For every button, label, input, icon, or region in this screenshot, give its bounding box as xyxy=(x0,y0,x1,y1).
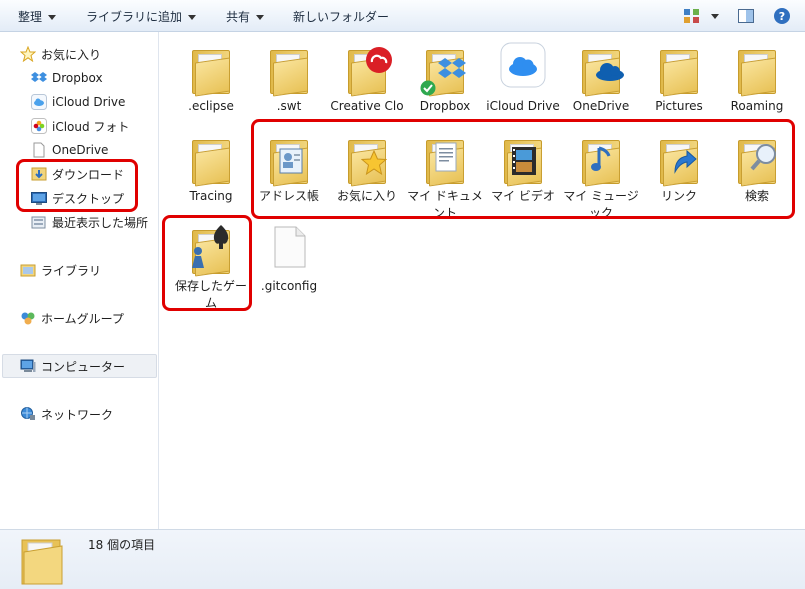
item-label: Roaming xyxy=(730,99,784,113)
sidebar-item-label: ネットワーク xyxy=(41,407,114,422)
help-icon[interactable]: ? xyxy=(773,7,791,25)
homegroup-icon xyxy=(21,312,35,325)
sidebar-item-icloud-photos[interactable]: iCloud フォト xyxy=(31,116,129,136)
sidebar-item-label: ホームグループ xyxy=(41,311,124,326)
highlight-box xyxy=(251,119,795,219)
item-label: Dropbox xyxy=(419,99,471,113)
chevron-down-icon xyxy=(711,14,719,19)
list-item[interactable]: Creative Cloud Files xyxy=(328,42,406,115)
new-folder-label: 新しいフォルダー xyxy=(293,10,390,24)
folder-icon xyxy=(183,132,239,187)
chevron-down-icon xyxy=(48,15,57,20)
folder-icon xyxy=(21,539,63,585)
item-label: OneDrive xyxy=(572,99,630,113)
status-bar: 18 個の項目 xyxy=(0,529,805,589)
view-options-icon[interactable] xyxy=(683,7,701,25)
list-item[interactable]: Roaming xyxy=(718,42,796,115)
list-item[interactable]: iCloud Drive xyxy=(484,42,562,115)
svg-text:?: ? xyxy=(779,10,785,23)
chevron-down-icon xyxy=(188,15,197,20)
star-icon xyxy=(20,46,36,62)
folder-icon xyxy=(183,42,239,97)
library-icon xyxy=(20,264,36,277)
list-item[interactable]: Dropbox xyxy=(406,42,484,115)
folder-icon xyxy=(651,42,707,97)
sidebar-item-onedrive[interactable]: OneDrive xyxy=(31,140,108,160)
recent-places-icon xyxy=(31,216,46,229)
sidebar-item-label: iCloud Drive xyxy=(52,95,126,109)
sidebar-item-homegroup[interactable]: ホームグループ xyxy=(20,308,124,328)
new-folder-button[interactable]: 新しいフォルダー xyxy=(293,8,389,25)
list-item[interactable]: .gitconfig xyxy=(250,222,328,295)
item-label: iCloud Drive xyxy=(486,99,560,113)
highlight-box xyxy=(16,159,138,212)
sidebar-item-label: Dropbox xyxy=(52,71,103,85)
item-label: .swt xyxy=(276,99,302,113)
sidebar-item-recent[interactable]: 最近表示した場所 xyxy=(31,212,148,232)
network-icon xyxy=(21,407,35,420)
sidebar-item-network[interactable]: ネットワーク xyxy=(20,404,113,424)
sidebar-item-favorites[interactable]: お気に入り xyxy=(20,44,101,64)
view-dropdown-button[interactable] xyxy=(705,9,719,26)
folder-icon xyxy=(261,42,317,97)
list-item[interactable]: .eclipse xyxy=(172,42,250,115)
sidebar-item-libraries[interactable]: ライブラリ xyxy=(20,260,101,280)
item-label: Pictures xyxy=(655,99,703,113)
toolbar: 整理 ライブラリに追加 共有 新しいフォルダー ? xyxy=(0,0,805,32)
sidebar-item-label: コンピューター xyxy=(41,359,126,374)
item-label: Creative Cloud Files xyxy=(330,99,404,113)
sidebar-item-label: OneDrive xyxy=(52,143,109,157)
sidebar-item-label: iCloud フォト xyxy=(52,119,130,134)
folder-icon xyxy=(729,42,785,97)
share-label: 共有 xyxy=(226,10,251,24)
sidebar-item-computer[interactable]: コンピューター xyxy=(2,354,157,378)
icloud-drive-icon xyxy=(495,42,551,96)
onedrive-folder-icon xyxy=(573,42,629,97)
add-to-library-label: ライブラリに追加 xyxy=(86,10,183,24)
chevron-down-icon xyxy=(256,15,265,20)
preview-pane-icon[interactable] xyxy=(737,7,755,25)
dropbox-icon xyxy=(31,72,47,82)
sync-check-icon xyxy=(420,80,436,96)
list-item[interactable]: Tracing xyxy=(172,132,250,205)
item-count: 18 個の項目 xyxy=(88,538,156,552)
file-icon xyxy=(261,222,317,276)
navigation-pane: お気に入り Dropbox iCloud Drive iCloud フォト On… xyxy=(0,32,159,529)
creative-cloud-folder-icon xyxy=(339,42,395,97)
item-label: .eclipse xyxy=(188,99,234,113)
dropbox-folder-icon xyxy=(417,42,473,97)
organize-label: 整理 xyxy=(18,10,43,24)
sidebar-item-icloud-drive[interactable]: iCloud Drive xyxy=(31,92,125,112)
sidebar-item-label: 最近表示した場所 xyxy=(52,215,149,230)
share-button[interactable]: 共有 xyxy=(226,8,265,25)
list-item[interactable]: .swt xyxy=(250,42,328,115)
computer-icon xyxy=(20,359,36,372)
add-to-library-button[interactable]: ライブラリに追加 xyxy=(86,8,197,25)
page-icon xyxy=(33,142,45,158)
list-item[interactable]: Pictures xyxy=(640,42,718,115)
list-item[interactable]: OneDrive xyxy=(562,42,640,115)
item-label: .gitconfig xyxy=(260,279,318,293)
organize-button[interactable]: 整理 xyxy=(18,8,57,25)
file-list: .eclipse .swt Creative Cloud Files Dropb… xyxy=(160,32,805,529)
sidebar-item-label: ライブラリ xyxy=(41,263,102,278)
sidebar-item-label: お気に入り xyxy=(41,47,102,62)
icloud-icon xyxy=(31,94,47,110)
photos-icon xyxy=(31,118,47,134)
item-label: Tracing xyxy=(189,189,233,203)
sidebar-item-dropbox[interactable]: Dropbox xyxy=(31,68,103,88)
highlight-box xyxy=(162,215,252,311)
